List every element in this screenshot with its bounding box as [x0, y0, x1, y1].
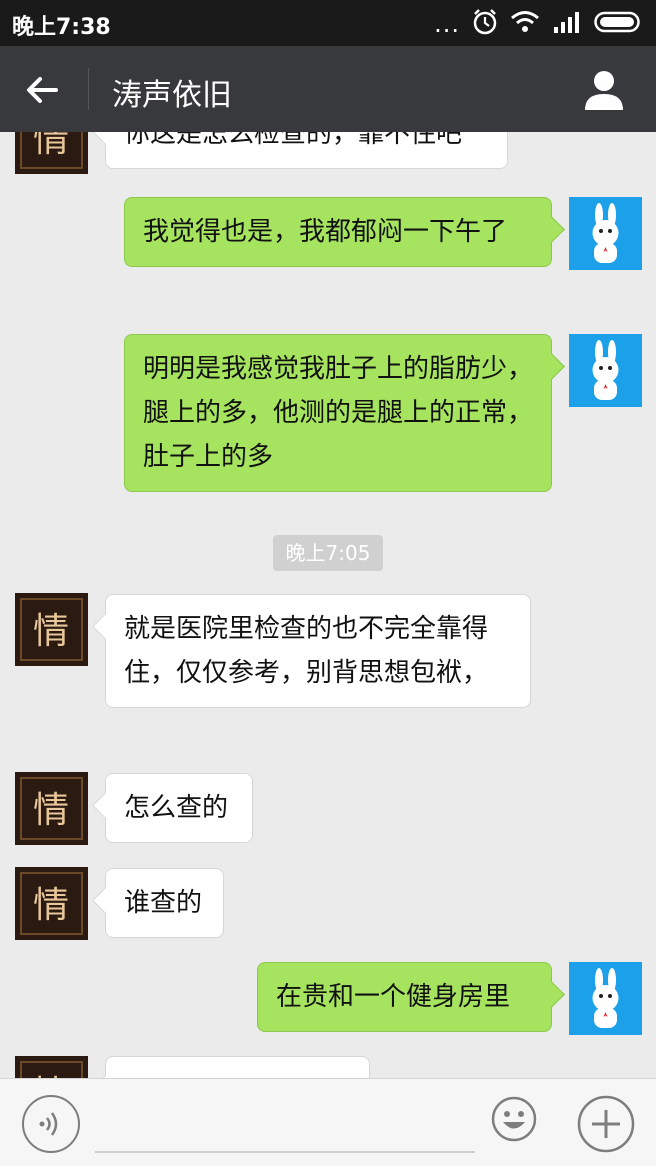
emoji-button[interactable]	[490, 1095, 538, 1143]
status-bar: 晚上7:38 ...	[0, 0, 656, 46]
back-button[interactable]	[22, 70, 62, 110]
chat-header: 涛声依旧	[0, 46, 656, 132]
message-text: 谁查的	[124, 888, 203, 918]
voice-icon	[24, 1112, 78, 1155]
input-bar	[0, 1078, 656, 1166]
message-bubble[interactable]: 明明是我感觉我肚子上的脂肪少，腿上的多，他测的是腿上的正常，肚子上的多	[124, 334, 552, 492]
message-bubble[interactable]: 怎么查的	[105, 773, 253, 843]
message-text: 就是医院里检查的也不完全靠得住，仅仅参考，别背思想包袱，	[124, 614, 489, 688]
message-input[interactable]	[95, 1091, 475, 1153]
message-text: 我觉得也是，我都郁闷一下午了	[143, 217, 508, 247]
status-icons: ...	[434, 8, 644, 40]
alarm-icon	[472, 8, 498, 40]
message-bubble[interactable]: 我觉得也是，我都郁闷一下午了	[124, 197, 552, 267]
message-bubble[interactable]: 在贵和一个健身房里	[257, 962, 552, 1032]
svg-text:情: 情	[33, 885, 69, 926]
svg-text:情: 情	[33, 132, 69, 160]
person-icon	[582, 71, 626, 116]
title-divider	[88, 68, 89, 110]
friend-avatar[interactable]: 情	[15, 593, 88, 666]
status-time: 晚上7:38	[12, 15, 111, 40]
message-bubble[interactable]: 就是医院里检查的也不完全靠得住，仅仅参考，别背思想包袱，	[105, 594, 531, 708]
message-text: 明明是我感觉我肚子上的脂肪少，腿上的多，他测的是腿上的正常，肚子上的多	[143, 354, 534, 472]
friend-avatar[interactable]: 情	[15, 772, 88, 845]
chat-title: 涛声依旧	[112, 78, 232, 113]
message-text: 你这是怎么检查的，靠不住吧	[124, 132, 463, 149]
message-text: 怎么查的	[124, 793, 229, 823]
more-dots-icon: ...	[434, 10, 460, 38]
back-arrow-icon	[22, 77, 62, 114]
message-bubble[interactable]: 你这是怎么检查的，靠不住吧	[105, 132, 508, 169]
message-text: 在贵和一个健身房里	[276, 982, 511, 1012]
friend-avatar[interactable]: 情	[15, 1056, 88, 1078]
message-timestamp: 晚上7:05	[273, 535, 383, 571]
my-avatar[interactable]	[569, 334, 642, 407]
message-bubble[interactable]	[105, 1056, 370, 1078]
battery-icon	[594, 10, 644, 38]
wifi-icon	[510, 10, 540, 38]
more-options-button[interactable]	[577, 1095, 635, 1153]
svg-text:情: 情	[33, 790, 69, 831]
profile-button[interactable]	[582, 68, 626, 112]
my-avatar[interactable]	[569, 197, 642, 270]
message-bubble[interactable]: 谁查的	[105, 868, 224, 938]
svg-text:情: 情	[33, 611, 69, 652]
emoji-icon	[490, 1096, 538, 1147]
plus-icon	[577, 1095, 635, 1157]
my-avatar[interactable]	[569, 962, 642, 1035]
friend-avatar[interactable]: 情	[15, 867, 88, 940]
friend-avatar[interactable]: 情	[15, 132, 88, 174]
signal-icon	[552, 10, 582, 38]
voice-button[interactable]	[22, 1095, 80, 1153]
message-list[interactable]: 情 你这是怎么检查的，靠不住吧 我觉得也是，我都郁闷一下午了 明明是我感觉我肚子…	[0, 132, 656, 1078]
